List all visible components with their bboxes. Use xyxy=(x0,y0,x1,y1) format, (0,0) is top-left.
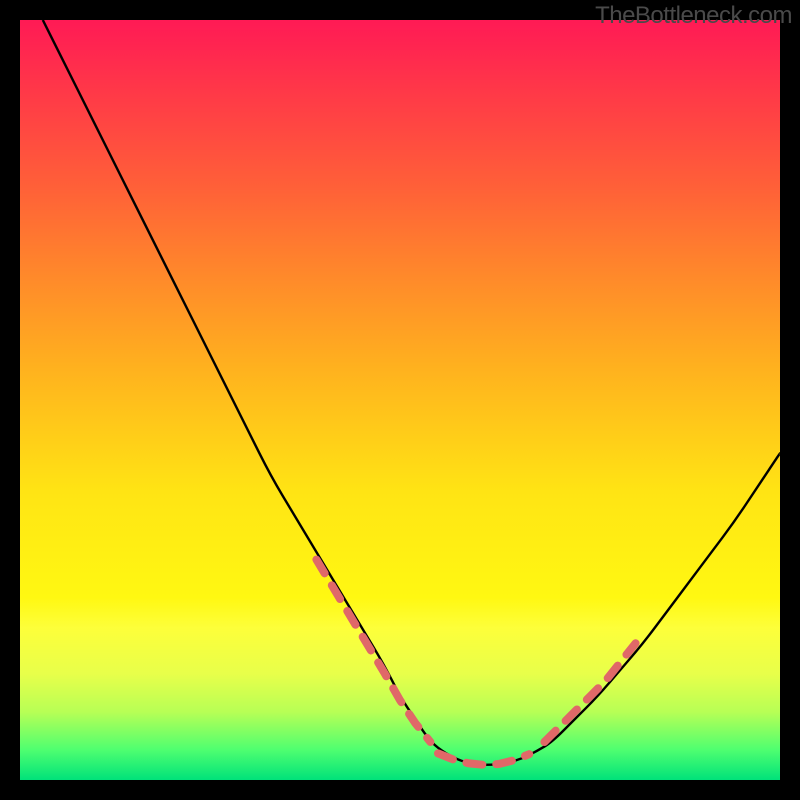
watermark-text: TheBottleneck.com xyxy=(595,2,792,30)
left-arm-red-dashes xyxy=(316,560,430,742)
right-arm-red-dashes xyxy=(544,643,635,742)
plot-area xyxy=(20,20,780,780)
trough-red-dashes xyxy=(438,753,529,764)
highlight-dash-group xyxy=(316,560,635,765)
chart-svg xyxy=(20,20,780,780)
bottleneck-curve xyxy=(43,20,780,765)
outer-frame: TheBottleneck.com xyxy=(0,0,800,800)
